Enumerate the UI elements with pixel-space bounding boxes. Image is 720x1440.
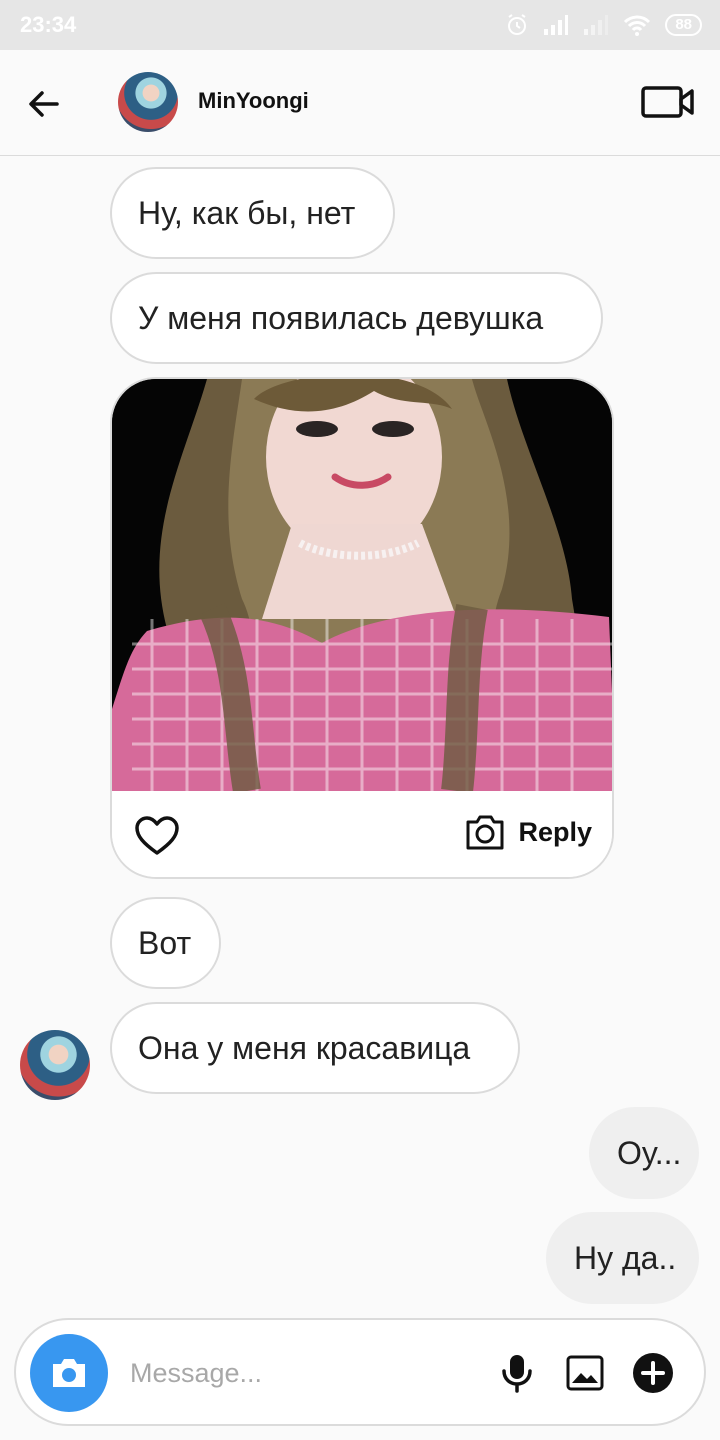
- microphone-icon: [502, 1355, 532, 1393]
- contact-name[interactable]: MinYoongi: [198, 88, 309, 114]
- video-call-icon[interactable]: [640, 82, 696, 122]
- photo-actions: Reply: [112, 791, 612, 877]
- outgoing-message[interactable]: Оу...: [589, 1107, 699, 1199]
- wifi-icon: [624, 15, 651, 36]
- conversation-header: MinYoongi: [0, 50, 720, 156]
- microphone-button[interactable]: [496, 1352, 538, 1394]
- profile-avatar[interactable]: [118, 72, 178, 132]
- message-composer: [14, 1318, 706, 1426]
- battery-icon: 88: [665, 14, 702, 36]
- reply-button[interactable]: Reply: [464, 813, 592, 851]
- gallery-button[interactable]: [564, 1352, 606, 1394]
- incoming-message[interactable]: У меня появилась девушка: [110, 272, 603, 364]
- camera-button[interactable]: [30, 1334, 108, 1412]
- status-icons: 88: [505, 12, 702, 38]
- message-text: Оу...: [617, 1134, 682, 1171]
- incoming-message[interactable]: Вот: [110, 897, 221, 989]
- back-arrow-icon[interactable]: [22, 82, 66, 126]
- more-button[interactable]: [632, 1352, 674, 1394]
- alarm-icon: [508, 14, 527, 35]
- message-text: Ну да..: [574, 1239, 677, 1276]
- heart-icon[interactable]: [134, 815, 180, 857]
- portrait-illustration: [112, 379, 612, 791]
- shared-photo[interactable]: [112, 379, 612, 791]
- outgoing-message[interactable]: Ну да..: [546, 1212, 699, 1304]
- shared-photo-message[interactable]: Reply: [110, 377, 614, 879]
- message-text: Ну, как бы, нет: [138, 194, 356, 231]
- gallery-icon: [566, 1355, 604, 1391]
- status-bar: 23:34 88: [0, 0, 720, 50]
- sender-avatar[interactable]: [20, 1030, 90, 1100]
- message-text: Вот: [138, 924, 192, 961]
- signal-weak-icon: [584, 15, 609, 35]
- status-time: 23:34: [20, 12, 77, 37]
- message-text: Она у меня красавица: [138, 1029, 471, 1066]
- camera-icon: [53, 1359, 85, 1387]
- plus-icon: [633, 1353, 673, 1393]
- incoming-message[interactable]: Ну, как бы, нет: [110, 167, 395, 259]
- camera-outline-icon: [466, 815, 504, 850]
- message-input[interactable]: [128, 1350, 472, 1396]
- incoming-message[interactable]: Она у меня красавица: [110, 1002, 520, 1094]
- reply-label: Reply: [518, 816, 592, 847]
- signal-icon: [544, 15, 569, 35]
- message-text: У меня появилась девушка: [138, 299, 544, 336]
